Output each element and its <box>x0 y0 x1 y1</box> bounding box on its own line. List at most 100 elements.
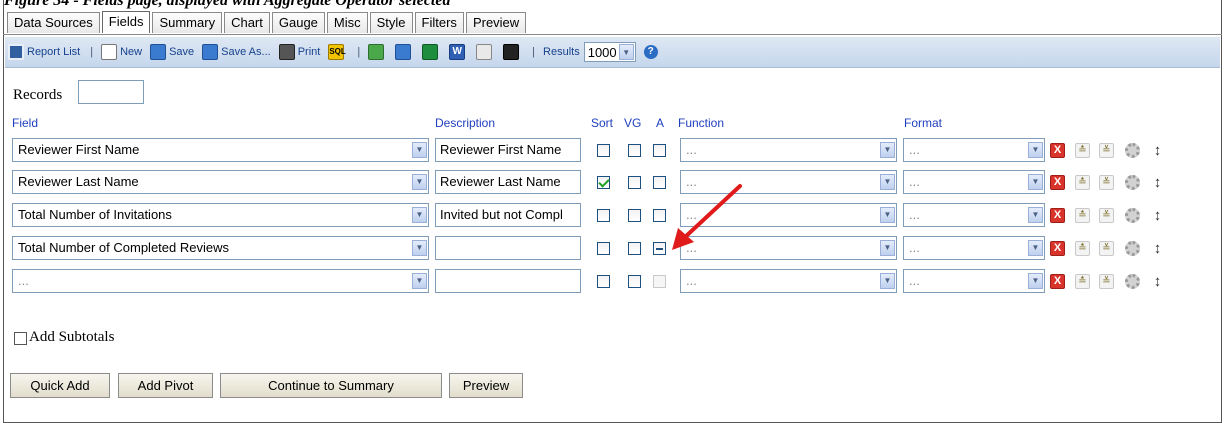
sort-checkbox[interactable] <box>597 242 610 255</box>
move-down-icon[interactable]: ≚ <box>1099 208 1114 223</box>
drag-handle-icon[interactable]: ↕ <box>1153 175 1162 190</box>
export-word-button[interactable]: W <box>449 41 468 63</box>
export-document-button[interactable] <box>476 41 495 63</box>
aggregate-checkbox[interactable] <box>653 144 666 157</box>
add-pivot-button[interactable]: Add Pivot <box>118 373 213 398</box>
tab-summary[interactable]: Summary <box>152 12 223 33</box>
aggregate-checkbox[interactable] <box>653 209 666 222</box>
new-button[interactable]: New <box>101 41 142 63</box>
move-down-icon[interactable]: ≚ <box>1099 274 1114 289</box>
description-column-header: Description <box>435 116 496 130</box>
format-select[interactable]: ... ▼ <box>903 269 1045 293</box>
export-rtf-button[interactable] <box>503 41 522 63</box>
move-up-icon[interactable]: ≛ <box>1075 143 1090 158</box>
format-select[interactable]: ... ▼ <box>903 203 1045 227</box>
field-select[interactable]: Total Number of Invitations ▼ <box>12 203 429 227</box>
move-down-icon[interactable]: ≚ <box>1099 175 1114 190</box>
gear-icon[interactable] <box>1125 143 1140 158</box>
drag-handle-icon[interactable]: ↕ <box>1153 143 1162 158</box>
vg-checkbox[interactable] <box>628 275 641 288</box>
tab-filters[interactable]: Filters <box>414 12 464 33</box>
records-input[interactable] <box>78 80 144 104</box>
vg-checkbox[interactable] <box>628 176 641 189</box>
print-button[interactable]: Print <box>278 41 320 63</box>
sort-checkbox[interactable] <box>597 209 610 222</box>
toolbar-separator: | <box>357 46 361 58</box>
report-list-button[interactable]: Report List <box>8 41 80 63</box>
drag-handle-icon[interactable]: ↕ <box>1153 208 1162 223</box>
field-select[interactable]: ... ▼ <box>12 269 429 293</box>
export-excel-button[interactable] <box>422 41 441 63</box>
tab-style[interactable]: Style <box>369 12 413 33</box>
tab-gauge[interactable]: Gauge <box>271 12 325 33</box>
preview-button[interactable]: Preview <box>449 373 523 398</box>
new-document-icon <box>101 44 118 60</box>
description-input[interactable]: Reviewer First Name <box>435 138 581 162</box>
move-up-icon[interactable]: ≛ <box>1075 208 1090 223</box>
delete-icon[interactable]: X <box>1050 274 1065 289</box>
results-select[interactable]: 1000 ▼ <box>583 42 636 62</box>
gear-icon[interactable] <box>1125 274 1140 289</box>
rtf-icon <box>503 44 520 60</box>
drag-handle-icon[interactable]: ↕ <box>1153 241 1162 256</box>
description-input[interactable]: Invited but not Compl <box>435 203 581 227</box>
sql-button[interactable]: SQL <box>328 41 347 63</box>
description-input[interactable]: Reviewer Last Name <box>435 170 581 194</box>
vg-checkbox[interactable] <box>628 209 641 222</box>
sort-checkbox[interactable] <box>597 176 610 189</box>
field-select-value: Total Number of Invitations <box>18 207 172 222</box>
save-as-icon <box>202 44 219 60</box>
delete-icon[interactable]: X <box>1050 208 1065 223</box>
aggregate-checkbox[interactable] <box>653 176 666 189</box>
description-input[interactable] <box>435 269 581 293</box>
move-down-icon[interactable]: ≚ <box>1099 241 1114 256</box>
gear-icon[interactable] <box>1125 241 1140 256</box>
delete-icon[interactable]: X <box>1050 175 1065 190</box>
help-icon[interactable]: ? <box>643 45 658 59</box>
chart-export-icon <box>395 44 412 60</box>
function-select[interactable]: ... ▼ <box>680 269 897 293</box>
field-select-value: Reviewer Last Name <box>18 174 139 189</box>
pdf-print-icon <box>278 44 295 60</box>
field-select[interactable]: Reviewer First Name ▼ <box>12 138 429 162</box>
tab-chart[interactable]: Chart <box>224 12 270 33</box>
export-csv-button[interactable] <box>368 41 387 63</box>
format-select[interactable]: ... ▼ <box>903 138 1045 162</box>
format-select[interactable]: ... ▼ <box>903 170 1045 194</box>
vg-checkbox[interactable] <box>628 242 641 255</box>
tab-preview[interactable]: Preview <box>465 12 527 33</box>
export-chart-button[interactable] <box>395 41 414 63</box>
delete-icon[interactable]: X <box>1050 143 1065 158</box>
sort-checkbox[interactable] <box>597 144 610 157</box>
aggregate-checkbox <box>653 275 666 288</box>
sort-checkbox[interactable] <box>597 275 610 288</box>
description-input[interactable] <box>435 236 581 260</box>
aggregate-checkbox[interactable] <box>653 242 666 255</box>
gear-icon[interactable] <box>1125 208 1140 223</box>
tab-data-sources[interactable]: Data Sources <box>7 12 100 33</box>
move-up-icon[interactable]: ≛ <box>1075 241 1090 256</box>
tab-misc[interactable]: Misc <box>326 12 368 33</box>
vg-checkbox[interactable] <box>628 144 641 157</box>
move-up-icon[interactable]: ≛ <box>1075 175 1090 190</box>
vg-column-header: VG <box>624 116 642 130</box>
move-up-icon[interactable]: ≛ <box>1075 274 1090 289</box>
field-select[interactable]: Total Number of Completed Reviews ▼ <box>12 236 429 260</box>
field-select[interactable]: Reviewer Last Name ▼ <box>12 170 429 194</box>
sql-icon: SQL <box>328 44 346 60</box>
chevron-down-icon: ▼ <box>1028 174 1043 190</box>
continue-to-summary-button[interactable]: Continue to Summary <box>220 373 442 398</box>
tab-divider <box>3 34 1222 35</box>
add-subtotals-checkbox[interactable] <box>14 332 27 345</box>
function-select[interactable]: ... ▼ <box>680 138 897 162</box>
chevron-down-icon: ▼ <box>412 207 427 223</box>
tab-fields[interactable]: Fields <box>101 11 151 33</box>
quick-add-button[interactable]: Quick Add <box>10 373 110 398</box>
save-button[interactable]: Save <box>150 41 194 63</box>
drag-handle-icon[interactable]: ↕ <box>1153 274 1162 289</box>
save-as-button[interactable]: Save As... <box>202 41 271 63</box>
delete-icon[interactable]: X <box>1050 241 1065 256</box>
format-select[interactable]: ... ▼ <box>903 236 1045 260</box>
gear-icon[interactable] <box>1125 175 1140 190</box>
move-down-icon[interactable]: ≚ <box>1099 143 1114 158</box>
